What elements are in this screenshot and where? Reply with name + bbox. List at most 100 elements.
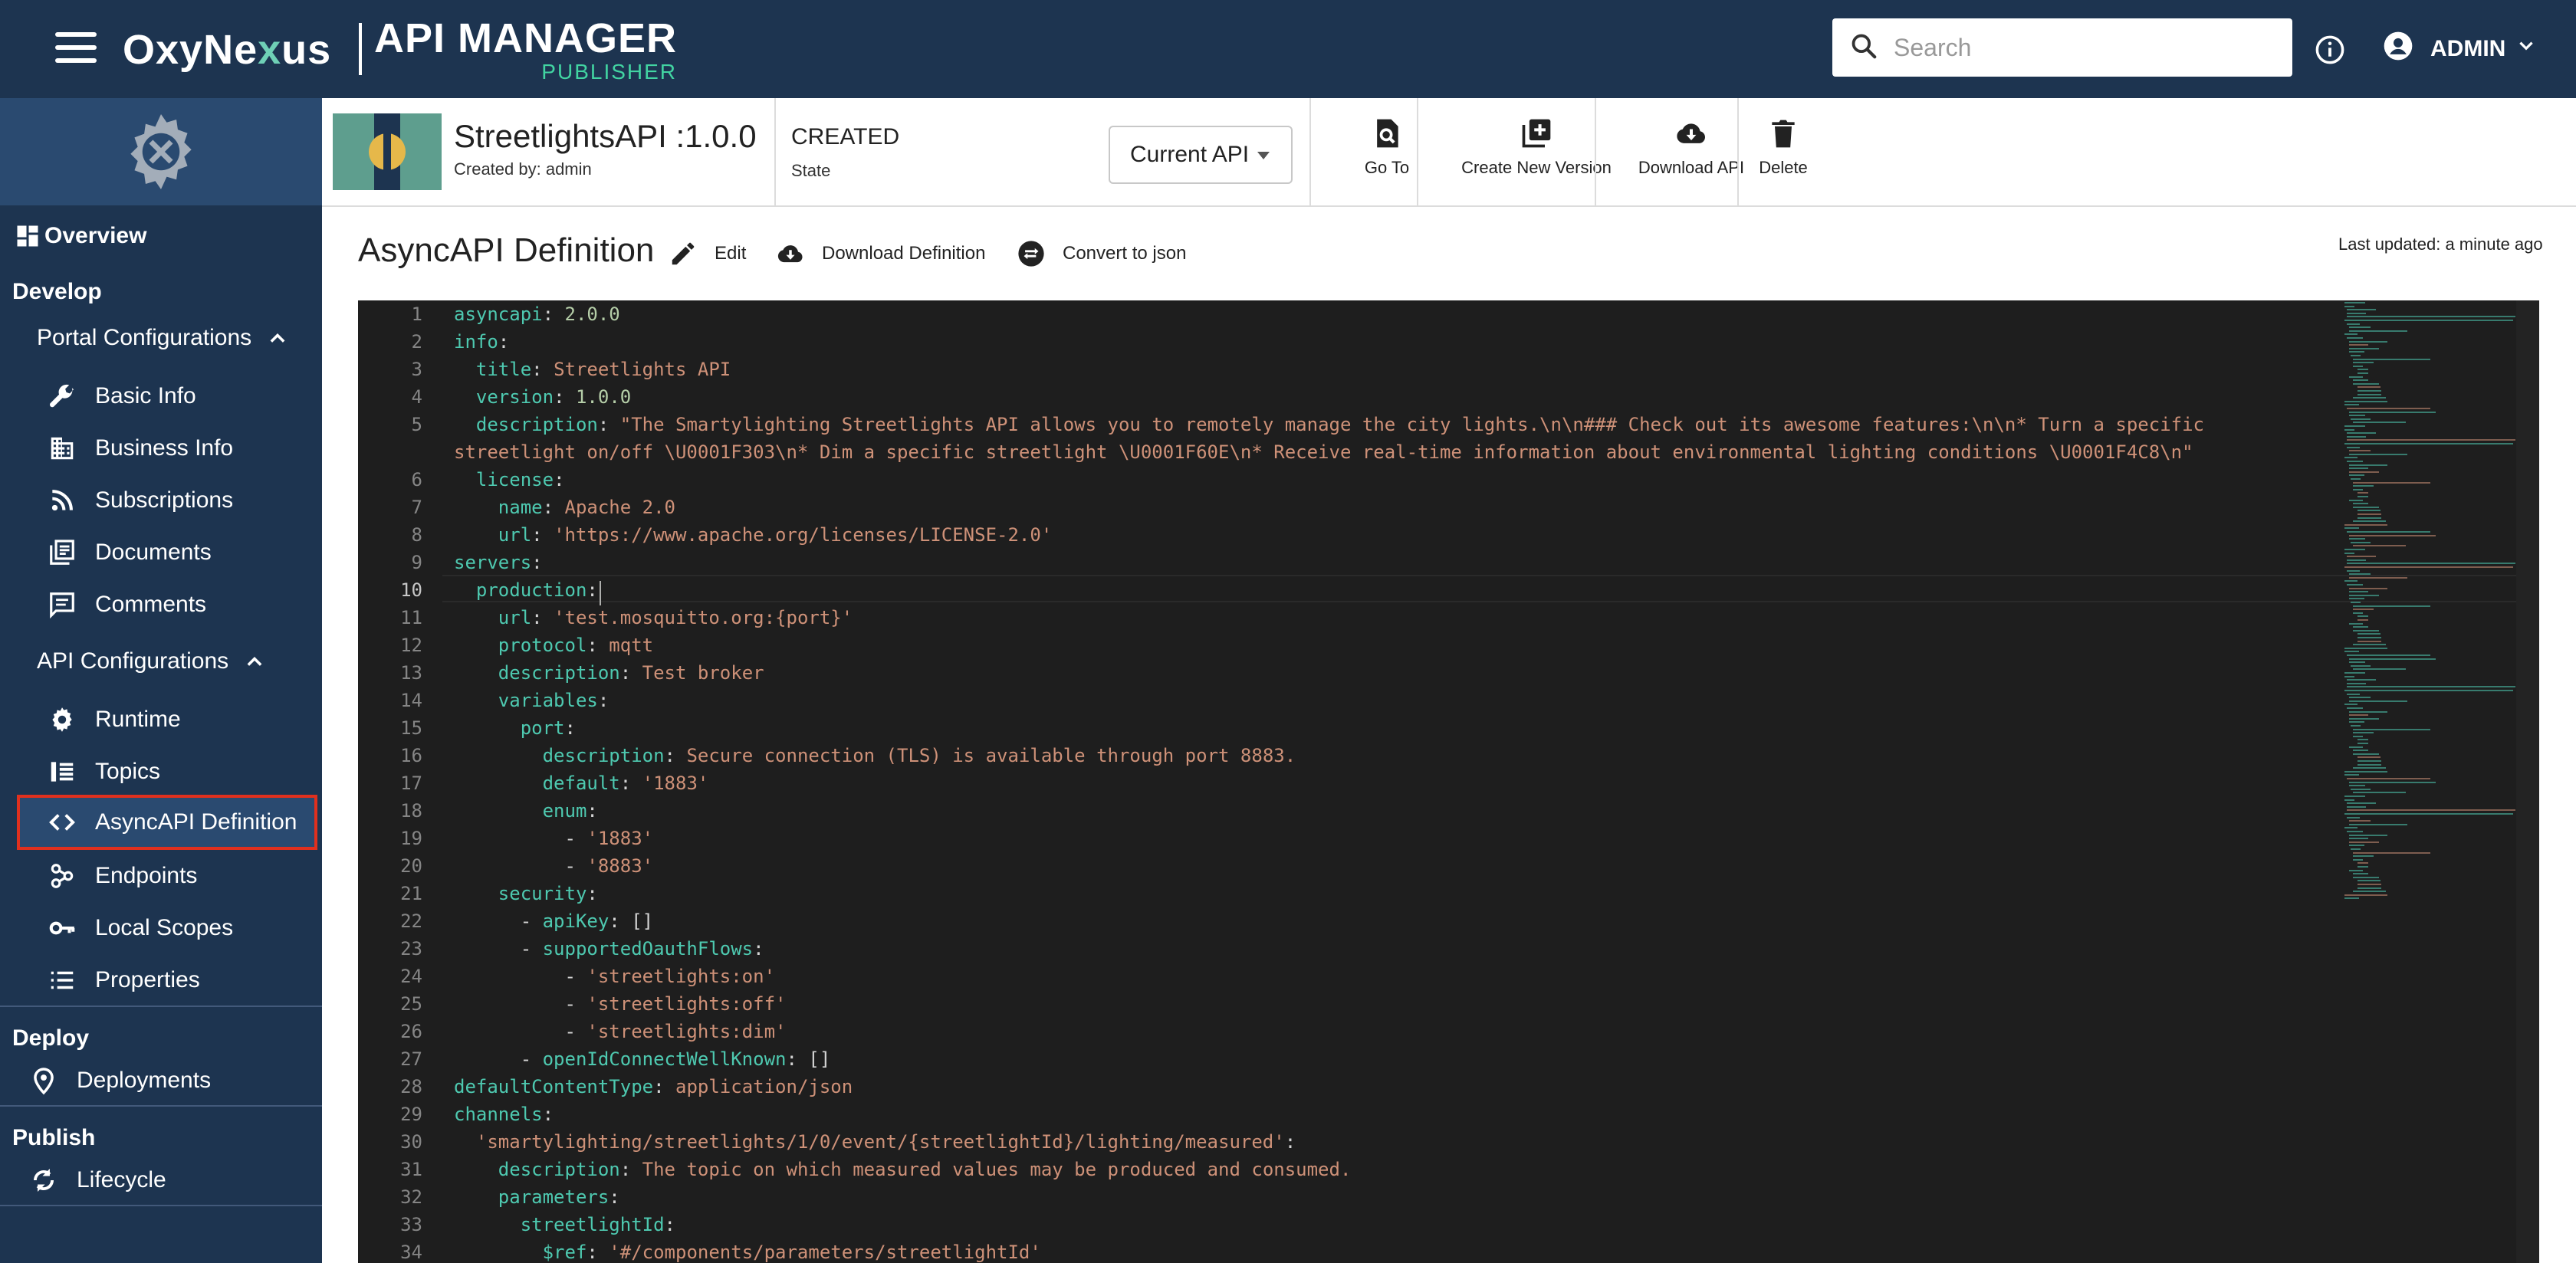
minimap-line	[2349, 697, 2371, 698]
code-line: servers:	[454, 552, 543, 573]
sidebar-item-comments[interactable]: Comments	[18, 577, 317, 632]
trash-icon	[1766, 116, 1800, 150]
sidebar-item-asyncapi-definition[interactable]: AsyncAPI Definition	[17, 795, 317, 850]
current-line-highlight	[442, 575, 2539, 602]
line-number-gutter: 1234567891011121314151617181920212223242…	[358, 300, 442, 1263]
line-number: 5	[412, 414, 422, 435]
user-menu[interactable]: ADMIN	[2383, 31, 2536, 67]
code-line: enum:	[454, 800, 598, 822]
minimap-line	[2358, 866, 2368, 868]
minimap-line	[2353, 873, 2368, 874]
minimap-line	[2351, 665, 2371, 667]
key-icon	[48, 914, 77, 943]
minimap-line	[2344, 333, 2358, 335]
line-number: 11	[400, 607, 422, 628]
minimap-line	[2344, 704, 2358, 705]
minimap-line	[2353, 750, 2368, 751]
download-definition-label: Download Definition	[822, 243, 985, 264]
minimap-line	[2353, 630, 2379, 632]
sidebar-item-topics[interactable]: Topics	[18, 744, 317, 799]
minimap-line	[2358, 615, 2368, 617]
minimap-line	[2353, 397, 2385, 399]
pencil-icon	[669, 239, 698, 268]
minimap-line	[2344, 425, 2365, 427]
sidebar-item-endpoints[interactable]: Endpoints	[18, 848, 317, 904]
info-icon[interactable]	[2314, 34, 2346, 70]
code-editor[interactable]: 1234567891011121314151617181920212223242…	[358, 300, 2539, 1263]
chevron-up-icon	[267, 327, 288, 349]
endpoints-hub-icon	[48, 861, 77, 891]
header-divider	[1309, 98, 1311, 207]
brand-separator	[359, 23, 362, 75]
delete-button[interactable]: Delete	[1745, 116, 1822, 178]
dashboard-icon	[14, 222, 41, 250]
sidebar-item-business-info[interactable]: Business Info	[18, 421, 317, 476]
line-number: 20	[400, 855, 422, 877]
convert-to-json-button[interactable]: Convert to json	[1017, 239, 1186, 268]
code-line: version: 1.0.0	[454, 386, 631, 408]
minimap-line	[2349, 782, 2436, 783]
product-title: API MANAGER PUBLISHER	[374, 15, 677, 61]
settings-gear-icon	[48, 705, 77, 734]
api-created-by: Created by: admin	[454, 159, 592, 179]
brand-logo[interactable]: OxyNexus	[123, 23, 331, 77]
find-in-page-icon	[1370, 116, 1404, 150]
group-portal-configurations[interactable]: Portal Configurations	[37, 325, 288, 351]
location-pin-icon	[29, 1066, 58, 1095]
group-api-configurations[interactable]: API Configurations	[37, 648, 265, 674]
swap-circle-icon	[1017, 239, 1046, 268]
sidebar-item-lifecycle[interactable]: Lifecycle	[20, 1153, 319, 1208]
editor-scrollbar[interactable]	[2516, 300, 2539, 1263]
minimap-line	[2353, 485, 2374, 487]
rss-feed-icon	[48, 486, 77, 515]
menu-icon[interactable]	[55, 32, 97, 64]
minimap-line	[2358, 641, 2381, 642]
editor-minimap[interactable]	[2338, 300, 2522, 914]
minimap-line	[2349, 824, 2407, 825]
search-input[interactable]	[1894, 34, 2277, 62]
code-line: protocol: mqtt	[454, 635, 653, 656]
line-number: 24	[400, 966, 422, 987]
line-number: 22	[400, 910, 422, 932]
go-to-button[interactable]: Go To	[1339, 116, 1435, 178]
search-box[interactable]	[1832, 18, 2292, 77]
code-line: variables:	[454, 690, 609, 711]
minimap-line	[2358, 756, 2380, 758]
sidebar-item-subscriptions[interactable]: Subscriptions	[18, 473, 317, 528]
code-line: url: 'https://www.apache.org/licenses/LI…	[454, 524, 1052, 546]
page-title: AsyncAPI Definition	[358, 231, 654, 270]
edit-button[interactable]: Edit	[669, 239, 746, 268]
sidebar-item-deployments[interactable]: Deployments	[20, 1053, 319, 1108]
sidebar-divider	[0, 1205, 322, 1206]
version-select[interactable]: Current API	[1109, 126, 1293, 184]
minimap-line	[2349, 474, 2364, 476]
download-definition-button[interactable]: Download Definition	[776, 239, 985, 268]
minimap-line	[2347, 686, 2515, 687]
minimap-line	[2353, 855, 2374, 857]
minimap-line	[2349, 595, 2380, 596]
minimap-line	[2349, 376, 2364, 378]
sidebar-item-basic-info[interactable]: Basic Info	[18, 369, 317, 424]
minimap-line	[2344, 580, 2358, 582]
minimap-line	[2349, 870, 2364, 871]
code-line: - 'streetlights:on'	[454, 966, 775, 987]
download-api-label: Download API	[1638, 158, 1744, 178]
sidebar-item-overview[interactable]: Overview	[14, 222, 146, 250]
minimap-line	[2353, 736, 2363, 737]
line-number: 16	[400, 745, 422, 766]
list-icon	[48, 966, 77, 995]
minimap-line	[2358, 633, 2380, 635]
sidebar-item-local-scopes[interactable]: Local Scopes	[18, 901, 317, 956]
sidebar-item-documents[interactable]: Documents	[18, 525, 317, 580]
minimap-line	[2353, 859, 2363, 861]
sidebar-item-label: Business Info	[95, 435, 233, 461]
minimap-line	[2347, 654, 2431, 656]
sidebar-item-label: Local Scopes	[95, 915, 233, 941]
minimap-line	[2358, 887, 2381, 889]
minimap-line	[2358, 619, 2368, 621]
sidebar-item-properties[interactable]: Properties	[18, 953, 317, 1008]
sidebar-item-runtime[interactable]: Runtime	[18, 692, 317, 747]
minimap-line	[2344, 894, 2387, 896]
code-line: security:	[454, 883, 598, 904]
minimap-line	[2344, 320, 2513, 321]
